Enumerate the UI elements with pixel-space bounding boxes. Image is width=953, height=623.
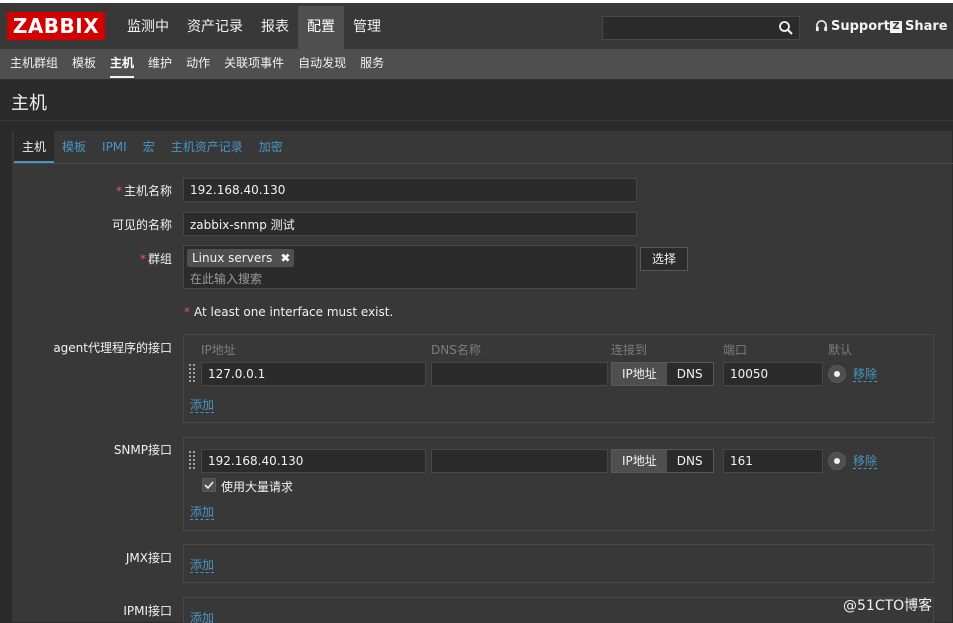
sub-menu: 主机群组 模板 主机 维护 动作 关联项事件 自动发现 服务 — [0, 49, 953, 79]
visible-name-label: 可见的名称 — [111, 218, 172, 232]
global-search — [602, 16, 800, 40]
share-z-icon: Z — [890, 20, 902, 33]
main-menu-monitoring[interactable]: 监测中 — [118, 6, 178, 52]
tab-macros[interactable]: 宏 — [135, 131, 163, 163]
required-mark: * — [139, 252, 146, 266]
tab-ipmi[interactable]: IPMI — [94, 131, 135, 163]
snmp-port-input[interactable] — [723, 449, 823, 473]
snmp-connect-ip-option[interactable]: IP地址 — [612, 450, 667, 472]
snmp-interfaces-box: IP地址 DNS 移除 使用大量请求 添加 — [183, 437, 934, 531]
agent-ip-input[interactable] — [201, 362, 426, 386]
column-header-default: 默认 — [828, 343, 853, 357]
tab-templates[interactable]: 模板 — [54, 131, 94, 163]
jmx-interfaces-box: 添加 — [183, 544, 934, 583]
checkmark-icon — [204, 481, 214, 490]
ipmi-add-link[interactable]: 添加 — [190, 611, 214, 623]
share-label: Share — [905, 19, 948, 34]
drag-handle-icon[interactable] — [189, 364, 197, 384]
snmp-interfaces-label: SNMP接口 — [113, 443, 172, 457]
agent-port-input[interactable] — [723, 362, 823, 386]
groups-search-placeholder[interactable]: 在此输入搜索 — [190, 270, 262, 287]
support-link[interactable]: Support — [815, 19, 890, 34]
ipmi-interfaces-box: 添加 — [183, 597, 934, 623]
snmp-ip-input[interactable] — [201, 449, 426, 473]
snmp-remove-link[interactable]: 移除 — [853, 454, 878, 469]
groups-label-text: 群组 — [147, 252, 172, 266]
groups-multiselect[interactable]: Linux servers ✖ 在此输入搜索 — [183, 245, 637, 289]
bulk-requests-label: 使用大量请求 — [221, 480, 294, 494]
column-header-port: 端口 — [723, 343, 748, 357]
ipmi-interfaces-label: IPMI接口 — [123, 604, 172, 618]
snmp-add-link[interactable]: 添加 — [190, 505, 215, 520]
search-input[interactable] — [603, 17, 773, 39]
agent-default-radio[interactable] — [828, 365, 846, 383]
snmp-default-radio[interactable] — [828, 452, 846, 470]
sub-menu-discovery[interactable]: 自动发现 — [291, 49, 353, 79]
main-menu-configuration[interactable]: 配置 — [298, 6, 344, 52]
jmx-add-link[interactable]: 添加 — [190, 558, 215, 573]
group-chip: Linux servers ✖ — [187, 249, 295, 267]
visible-name-input[interactable] — [183, 212, 637, 236]
main-menu: 监测中 资产记录 报表 配置 管理 — [118, 6, 390, 52]
column-header-ip: IP地址 — [201, 343, 236, 357]
interface-warning-text: At least one interface must exist. — [194, 305, 394, 319]
bulk-requests-checkbox[interactable] — [202, 478, 216, 492]
sub-menu-host-groups[interactable]: 主机群组 — [3, 49, 65, 79]
main-menu-administration[interactable]: 管理 — [344, 6, 390, 52]
agent-dns-input[interactable] — [431, 362, 608, 386]
drag-handle-icon[interactable] — [189, 451, 197, 471]
sub-menu-templates[interactable]: 模板 — [65, 49, 103, 79]
top-navigation-bar: ZABBIX 监测中 资产记录 报表 配置 管理 Support Z Share — [0, 0, 953, 52]
share-link[interactable]: Z Share — [890, 19, 948, 34]
page-title: 主机 — [11, 93, 47, 114]
sub-menu-event-correlation[interactable]: 关联项事件 — [217, 49, 291, 79]
host-form-tabs: 主机 模板 IPMI 宏 主机资产记录 加密 — [12, 131, 953, 164]
main-menu-inventory[interactable]: 资产记录 — [178, 6, 252, 52]
interface-warning: * At least one interface must exist. — [184, 305, 393, 319]
support-label: Support — [831, 19, 890, 34]
page-header: 主机 — [0, 79, 953, 121]
required-mark: * — [184, 305, 190, 319]
search-icon[interactable] — [778, 20, 794, 36]
host-name-label-text: 主机名称 — [123, 184, 172, 198]
groups-label: * 群组 — [140, 250, 172, 267]
agent-add-link[interactable]: 添加 — [190, 398, 215, 413]
agent-interfaces-label: agent代理程序的接口 — [53, 341, 172, 355]
host-form-panel: 主机 模板 IPMI 宏 主机资产记录 加密 *主机名称 可见的名称 *群组 L… — [11, 130, 953, 623]
tab-host[interactable]: 主机 — [14, 131, 55, 163]
agent-connect-dns-option[interactable]: DNS — [666, 363, 713, 385]
sub-menu-services[interactable]: 服务 — [353, 49, 391, 79]
column-header-dns: DNS名称 — [431, 343, 481, 357]
host-name-input[interactable] — [183, 178, 637, 202]
column-header-connect-to: 连接到 — [611, 343, 648, 357]
agent-remove-link[interactable]: 移除 — [853, 367, 878, 382]
watermark: @51CTO博客 — [843, 598, 933, 614]
snmp-dns-input[interactable] — [431, 449, 608, 473]
select-groups-button[interactable]: 选择 — [640, 247, 688, 271]
agent-interfaces-box: IP地址 DNS名称 连接到 端口 默认 IP地址 DNS 移除 添加 — [183, 334, 934, 423]
headset-icon — [815, 20, 828, 32]
agent-connect-to-toggle: IP地址 DNS — [611, 362, 714, 386]
tab-encryption[interactable]: 加密 — [251, 131, 291, 163]
agent-connect-ip-option[interactable]: IP地址 — [612, 363, 667, 385]
required-mark: * — [115, 184, 122, 198]
snmp-connect-to-toggle: IP地址 DNS — [611, 449, 714, 473]
tab-host-inventory[interactable]: 主机资产记录 — [163, 131, 251, 163]
host-name-label: * 主机名称 — [116, 182, 172, 199]
jmx-interfaces-label: JMX接口 — [125, 551, 172, 565]
sub-menu-actions[interactable]: 动作 — [179, 49, 217, 79]
main-menu-reports[interactable]: 报表 — [252, 6, 298, 52]
group-chip-label: Linux servers — [192, 251, 273, 265]
snmp-connect-dns-option[interactable]: DNS — [666, 450, 713, 472]
sub-menu-hosts[interactable]: 主机 — [103, 49, 141, 79]
zabbix-logo[interactable]: ZABBIX — [7, 12, 105, 40]
remove-chip-icon[interactable]: ✖ — [280, 249, 290, 267]
sub-menu-maintenance[interactable]: 维护 — [141, 49, 179, 79]
